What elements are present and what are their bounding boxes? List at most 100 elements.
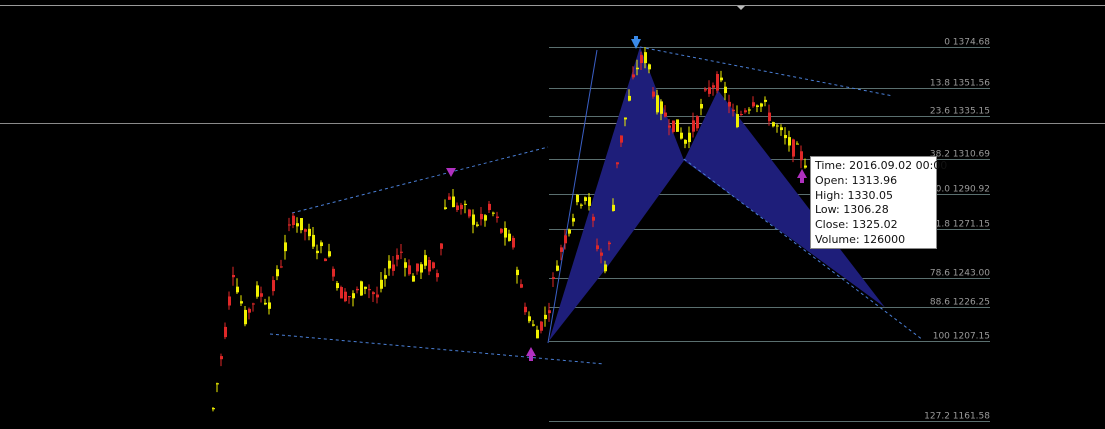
candle-body xyxy=(544,314,547,320)
candle-body xyxy=(640,55,643,64)
candle-body xyxy=(236,286,239,293)
candle-body xyxy=(480,213,483,220)
candle-body xyxy=(340,287,343,299)
candle-body xyxy=(712,85,715,88)
candle-body xyxy=(528,316,531,322)
candle-body xyxy=(652,91,655,97)
candle-body xyxy=(588,197,591,206)
candle-body xyxy=(644,52,647,64)
candle-body xyxy=(792,139,795,157)
candle-body xyxy=(552,277,555,279)
candle-body xyxy=(564,235,567,244)
candle-body xyxy=(212,408,215,410)
candle-body xyxy=(788,137,791,146)
candle-body xyxy=(664,112,667,117)
candle-body xyxy=(368,289,371,291)
candle-body xyxy=(780,127,783,131)
tooltip-high: High: 1330.05 xyxy=(815,188,893,202)
candle-body xyxy=(632,74,635,78)
candle-body xyxy=(600,252,603,256)
price-chart[interactable]: 0 1374.68 13.8 1351.56 23.6 1335.15 38.2 13… xyxy=(0,0,1105,429)
candle-body xyxy=(560,247,563,252)
candle-body xyxy=(336,282,339,289)
candle-body xyxy=(456,205,459,211)
candle-body xyxy=(636,67,639,70)
tooltip-time: Time: 2016.09.02 00:00 xyxy=(815,159,948,172)
candle-body xyxy=(700,104,703,109)
candle-body xyxy=(360,281,363,296)
fib-level-label: 23.6 1335.15 xyxy=(930,107,990,117)
candle-body xyxy=(324,258,327,262)
candle-body xyxy=(684,139,687,144)
candle-body xyxy=(460,204,463,210)
arrow-down-stem xyxy=(634,36,638,41)
candle-body xyxy=(736,114,739,128)
candle-body xyxy=(756,105,759,107)
candle-body xyxy=(744,110,747,113)
arrow-up-stem xyxy=(529,355,533,361)
candle-body xyxy=(500,228,503,233)
fib-level-label: 78.6 1243.00 xyxy=(930,269,990,279)
candle-body xyxy=(444,207,447,210)
candle-body xyxy=(472,214,475,225)
fib-level-label: 38.2 1310.69 xyxy=(930,150,990,160)
candle-body xyxy=(372,292,375,295)
candle-body xyxy=(672,120,675,132)
candle-body xyxy=(804,165,807,168)
candle-body xyxy=(312,234,315,247)
candle-body xyxy=(508,233,511,241)
tooltip-close: Close: 1325.02 xyxy=(815,218,898,232)
candle-body xyxy=(688,132,691,143)
candle-body xyxy=(496,216,499,219)
candle-body xyxy=(768,112,771,122)
candle-body xyxy=(296,223,299,227)
candle-body xyxy=(352,293,355,299)
candle-body xyxy=(432,262,435,269)
candle-body xyxy=(732,109,735,112)
candle-body xyxy=(516,269,519,276)
candle-body xyxy=(260,293,263,297)
candle-tooltip: Time: 2016.09.02 00:00 Open: 1313.96 Hig… xyxy=(810,156,948,249)
candle-body xyxy=(332,268,335,277)
candle-body xyxy=(348,296,351,298)
candle-body xyxy=(596,245,599,250)
candle-body xyxy=(308,228,311,237)
candle-body xyxy=(252,303,255,305)
candle-body xyxy=(220,356,223,360)
candle-body xyxy=(800,151,803,161)
candle-body xyxy=(716,73,719,91)
candle-body xyxy=(548,310,551,314)
candle-body xyxy=(608,242,611,245)
candle-body xyxy=(556,265,559,271)
candle-body xyxy=(680,132,683,139)
candle-body xyxy=(416,263,419,272)
candle-body xyxy=(272,280,275,292)
candle-body xyxy=(448,196,451,200)
candle-body xyxy=(592,216,595,221)
candle-body xyxy=(248,308,251,313)
candle-body xyxy=(320,242,323,247)
candle-body xyxy=(676,119,679,132)
candle-body xyxy=(344,291,347,302)
candle-body xyxy=(228,296,231,306)
candle-body xyxy=(380,279,383,289)
candle-body xyxy=(784,135,787,139)
candle-body xyxy=(580,204,583,206)
candle-body xyxy=(328,251,331,257)
candle-body xyxy=(604,264,607,272)
fib-level-label: 88.6 1226.25 xyxy=(930,298,990,308)
candle-body xyxy=(772,122,775,127)
candle-body xyxy=(284,242,287,252)
candle-body xyxy=(616,162,619,165)
fib-level-label: 0 1374.68 xyxy=(944,38,990,48)
candle-body xyxy=(764,99,767,102)
candle-body xyxy=(776,125,779,127)
candle-body xyxy=(576,194,579,203)
candle-body xyxy=(244,309,247,325)
candle-body xyxy=(376,294,379,298)
candle-body xyxy=(464,203,467,205)
candle-body xyxy=(264,302,267,305)
candle-body xyxy=(748,109,751,111)
candle-body xyxy=(624,117,627,120)
candle-body xyxy=(232,274,235,278)
